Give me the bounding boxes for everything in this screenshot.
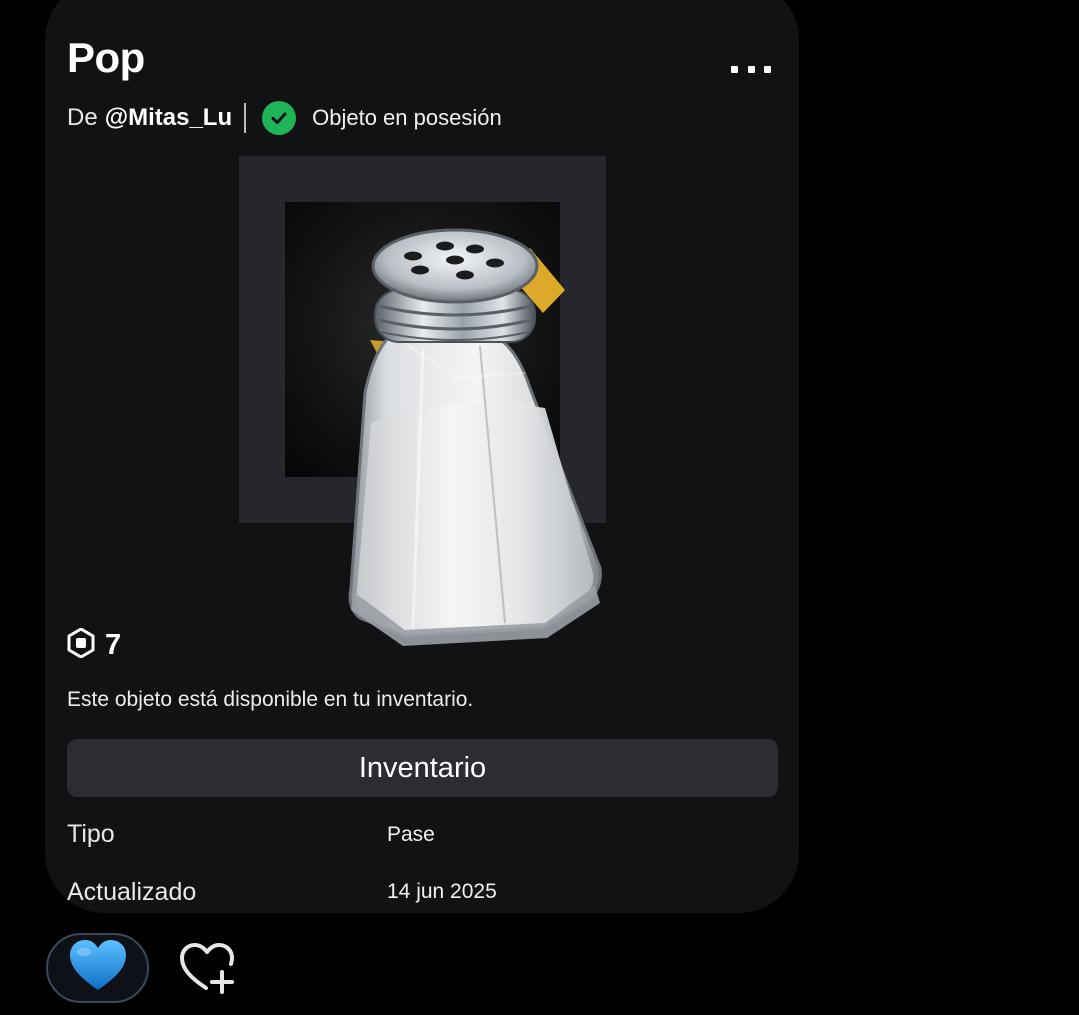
updated-label: Actualizado: [67, 878, 197, 906]
salt-shaker-image: [348, 228, 602, 646]
owned-status: Objeto en posesión: [312, 105, 502, 130]
screen: Pop De @Mitas_Lu Objeto en posesión 7 Es…: [0, 0, 1079, 1015]
more-options-button[interactable]: [731, 60, 771, 78]
availability-text: Este objeto está disponible en tu invent…: [67, 688, 474, 711]
heart-plus-icon: [176, 940, 238, 1001]
item-title: Pop: [67, 34, 145, 81]
inventory-button[interactable]: Inventario: [67, 739, 778, 797]
favorite-button[interactable]: [46, 933, 149, 1003]
type-value: Pase: [387, 823, 435, 846]
item-price: 7: [67, 627, 122, 663]
price-value: 7: [105, 629, 122, 661]
more-options-icon: [731, 65, 738, 73]
by-prefix: De: [67, 104, 98, 131]
item-detail-card: Pop De @Mitas_Lu Objeto en posesión 7 Es…: [45, 0, 799, 913]
creator-link[interactable]: @Mitas_Lu: [105, 104, 232, 132]
follow-button[interactable]: [174, 940, 240, 1000]
byline-divider: [244, 103, 247, 133]
check-circle-icon: [262, 101, 297, 135]
blue-heart-icon: [67, 938, 129, 999]
robux-icon: [67, 627, 95, 663]
creator-byline: De @Mitas_Lu Objeto en posesión: [67, 101, 502, 135]
type-label: Tipo: [67, 820, 115, 848]
updated-value: 14 jun 2025: [387, 880, 497, 903]
